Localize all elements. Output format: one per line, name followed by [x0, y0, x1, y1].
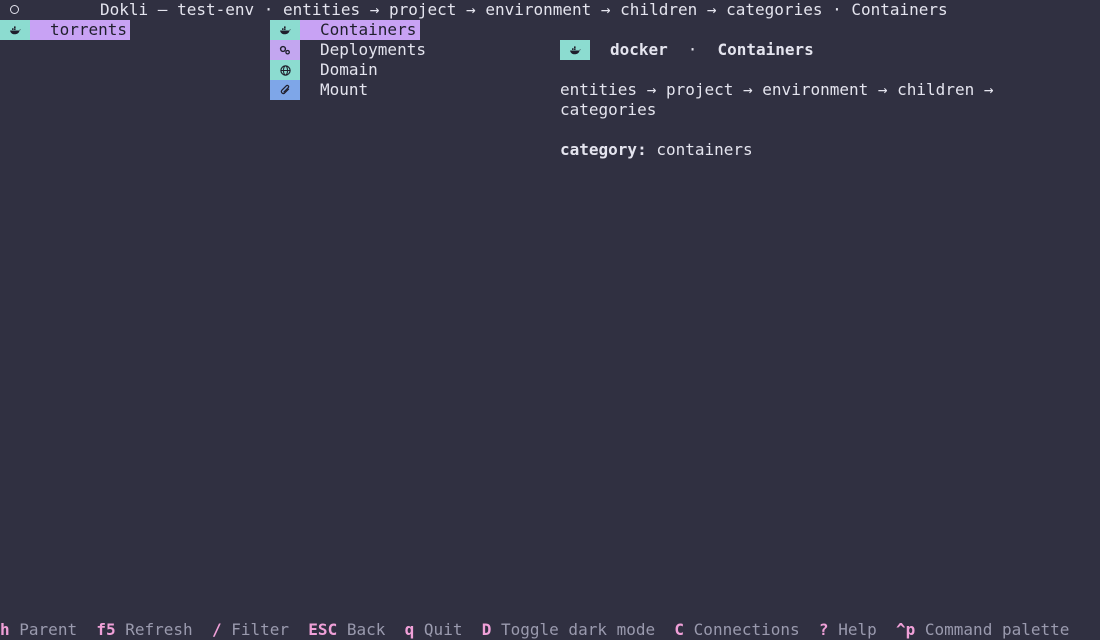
detail-category: category: containers — [560, 140, 753, 160]
globe-icon — [270, 60, 300, 80]
status-circle-icon — [10, 5, 19, 14]
keybinding-key: f5 — [96, 620, 116, 639]
keybinding-refresh[interactable]: f5 Refresh — [96, 620, 192, 639]
keybinding-parent[interactable]: h Parent — [0, 620, 77, 639]
keybinding-label: Help — [838, 620, 877, 639]
keybinding-key: D — [481, 620, 492, 639]
keybinding-key: ^p — [895, 620, 916, 639]
docker-whale-icon — [560, 40, 590, 60]
keybinding-key: ESC — [308, 620, 338, 639]
keybinding-label: Back — [346, 620, 386, 639]
left-list-item-label: torrents — [30, 20, 130, 40]
detail-header: docker · Containers — [560, 40, 814, 60]
keybinding-key: ? — [818, 620, 829, 639]
detail-path: entities → project → environment → child… — [560, 80, 994, 119]
keybinding-key: h — [0, 620, 10, 639]
keybinding-back[interactable]: ESC Back — [308, 620, 385, 639]
category-item-label: Domain — [320, 60, 378, 79]
keybinding-quit[interactable]: q Quit — [405, 620, 463, 639]
keybinding-connections[interactable]: C Connections — [674, 620, 799, 639]
keybinding-label: Filter — [231, 620, 290, 639]
category-item-containers[interactable]: Containers — [270, 20, 420, 40]
detail-category-label: category: — [560, 140, 647, 159]
title-bar: Dokli — test-env · entities → project → … — [0, 0, 1100, 20]
keybinding-key: q — [404, 620, 415, 639]
keybinding-toggle-dark-mode[interactable]: D Toggle dark mode — [482, 620, 655, 639]
keybinding-label: Connections — [693, 620, 800, 639]
category-item-mount[interactable]: Mount — [270, 80, 368, 100]
docker-whale-icon — [270, 20, 300, 40]
keybinding-key: C — [674, 620, 685, 639]
category-item-domain[interactable]: Domain — [270, 60, 378, 80]
keybinding-label: Refresh — [125, 620, 193, 639]
category-item-deployments[interactable]: Deployments — [270, 40, 426, 60]
detail-provider: docker — [610, 40, 668, 59]
keybinding-help[interactable]: ? Help — [819, 620, 877, 639]
window-title: Dokli — test-env · entities → project → … — [100, 0, 948, 19]
docker-whale-icon — [0, 20, 30, 40]
keybinding-command-palette[interactable]: ^p Command palette — [896, 620, 1069, 639]
paperclip-icon — [270, 80, 300, 100]
category-item-label: Deployments — [320, 40, 426, 59]
category-item-label: Containers — [300, 20, 420, 40]
left-list-item-torrents[interactable]: torrents — [0, 20, 130, 40]
keybinding-key: / — [211, 620, 222, 639]
detail-separator: · — [687, 40, 698, 59]
footer-keybindings: h Parent f5 Refresh / Filter ESC Back q … — [0, 620, 1100, 640]
detail-category-value: containers — [656, 140, 753, 159]
category-item-label: Mount — [320, 80, 369, 99]
keybinding-label: Parent — [19, 620, 78, 639]
keybinding-filter[interactable]: / Filter — [212, 620, 289, 639]
keybinding-label: Toggle dark mode — [501, 620, 656, 639]
gears-icon — [270, 40, 300, 60]
keybinding-label: Quit — [423, 620, 463, 639]
detail-title: Containers — [717, 40, 814, 59]
keybinding-label: Command palette — [924, 620, 1070, 639]
